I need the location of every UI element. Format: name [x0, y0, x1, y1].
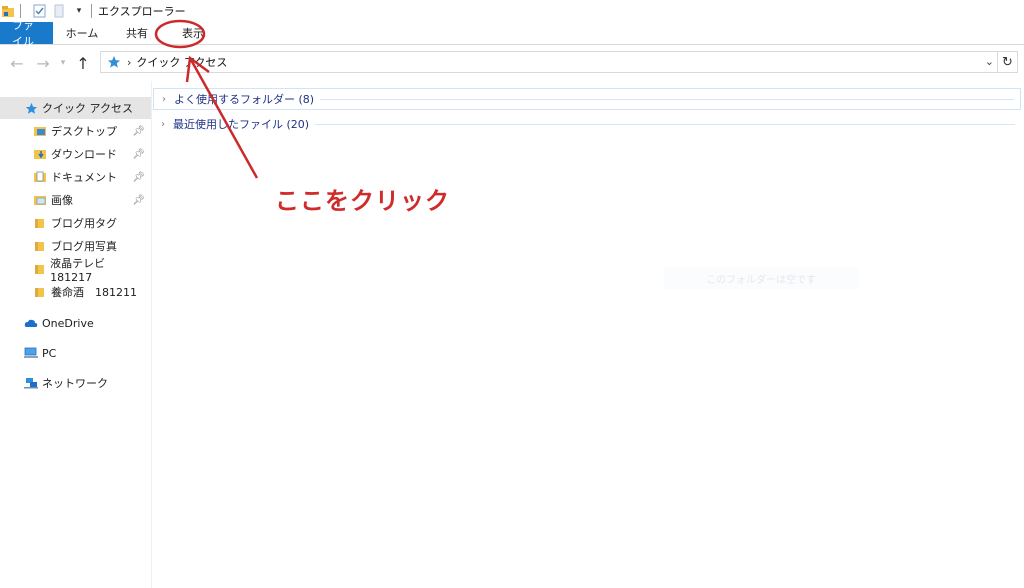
- nav-item-label: ブログ用写真: [51, 240, 117, 253]
- nav-item-label: クイック アクセス: [42, 102, 133, 115]
- nav-item-label: OneDrive: [42, 316, 94, 330]
- nav-item-downloads[interactable]: ダウンロード 📌︎: [0, 143, 151, 165]
- address-bar[interactable]: › クイック アクセス ⌄: [100, 51, 998, 73]
- group-recent-files[interactable]: › 最近使用したファイル (20): [153, 114, 1021, 134]
- nav-item-documents[interactable]: ドキュメント 📌︎: [0, 166, 151, 188]
- breadcrumb-chevron-icon[interactable]: ›: [127, 56, 131, 69]
- folder-icon: [33, 216, 47, 230]
- customize-toolbar-icon[interactable]: ▾: [71, 3, 87, 19]
- recent-locations-button[interactable]: ▾: [56, 51, 70, 75]
- nav-item-label: デスクトップ: [51, 125, 117, 138]
- tab-home[interactable]: ホーム: [53, 22, 111, 44]
- desktop-folder-icon: [33, 124, 47, 138]
- navigation-bar: ← → ▾ ↑ › クイック アクセス ⌄ ↻: [0, 45, 1024, 81]
- cloud-icon: [24, 316, 38, 330]
- navigation-pane: クイック アクセス デスクトップ 📌︎ ダウンロード 📌︎ ドキュメント 📌︎ …: [0, 81, 152, 588]
- address-path[interactable]: クイック アクセス: [136, 54, 227, 70]
- star-icon: [105, 55, 123, 69]
- nav-item-label: 液晶テレビ 181217: [50, 256, 117, 284]
- star-icon: [24, 101, 38, 115]
- pin-icon[interactable]: 📌︎: [132, 149, 145, 160]
- nav-item-desktop[interactable]: デスクトップ 📌︎: [0, 120, 151, 142]
- document-folder-icon: [33, 170, 47, 184]
- title-bar: ▾ エクスプローラー: [0, 0, 1024, 22]
- annotation-label: ここをクリック: [275, 187, 450, 215]
- content-area: › よく使用するフォルダー (8) › 最近使用したファイル (20) このフォ…: [153, 81, 1024, 588]
- expand-chevron-icon[interactable]: ›: [154, 94, 174, 105]
- expand-chevron-icon[interactable]: ›: [153, 119, 173, 130]
- group-label: よく使用するフォルダー (8): [174, 93, 315, 106]
- group-label: 最近使用したファイル (20): [173, 118, 310, 131]
- network-icon: [24, 376, 38, 390]
- nav-item-folder[interactable]: 液晶テレビ 181217: [0, 257, 151, 284]
- address-dropdown-icon[interactable]: ⌄: [985, 55, 994, 68]
- folder-icon: [33, 285, 47, 299]
- empty-folder-note: このフォルダーは空です: [664, 267, 858, 289]
- nav-item-folder[interactable]: ブログ用タグ: [0, 212, 151, 234]
- nav-item-label: 養命酒 181211: [51, 286, 137, 299]
- folder-icon: [33, 239, 47, 253]
- download-folder-icon: [33, 147, 47, 161]
- window-title: エクスプローラー: [98, 5, 186, 18]
- ribbon-tabs: ファイル ホーム 共有 表示: [0, 19, 1024, 48]
- title-separator: [20, 4, 21, 18]
- nav-item-label: PC: [42, 346, 57, 360]
- nav-item-label: ブログ用タグ: [51, 217, 117, 230]
- nav-item-onedrive[interactable]: OneDrive: [0, 312, 151, 334]
- back-button[interactable]: ←: [4, 51, 30, 75]
- nav-item-folder[interactable]: 養命酒 181211: [0, 281, 151, 303]
- refresh-button[interactable]: ↻: [998, 51, 1018, 73]
- computer-icon: [24, 346, 38, 360]
- tab-view[interactable]: 表示: [163, 22, 223, 44]
- pin-icon[interactable]: 📌︎: [132, 195, 145, 206]
- nav-item-pictures[interactable]: 画像 📌︎: [0, 189, 151, 211]
- group-divider: [320, 98, 1014, 100]
- new-folder-icon[interactable]: [51, 3, 67, 19]
- pictures-folder-icon: [33, 193, 47, 207]
- nav-item-quick-access[interactable]: クイック アクセス: [0, 97, 151, 119]
- nav-item-label: ダウンロード: [51, 148, 117, 161]
- nav-item-pc[interactable]: PC: [0, 342, 151, 364]
- pin-icon[interactable]: 📌︎: [132, 126, 145, 137]
- title-separator: [91, 4, 92, 18]
- group-frequent-folders[interactable]: › よく使用するフォルダー (8): [153, 88, 1021, 110]
- tab-file[interactable]: ファイル: [0, 19, 53, 48]
- folder-icon: [33, 262, 46, 276]
- tab-share[interactable]: 共有: [111, 22, 163, 44]
- nav-item-label: ネットワーク: [42, 377, 108, 390]
- nav-item-network[interactable]: ネットワーク: [0, 372, 151, 394]
- group-divider: [315, 123, 1015, 125]
- nav-item-label: ドキュメント: [51, 171, 117, 184]
- up-button[interactable]: ↑: [70, 51, 96, 75]
- pin-icon[interactable]: 📌︎: [132, 172, 145, 183]
- forward-button[interactable]: →: [30, 51, 56, 75]
- nav-item-label: 画像: [51, 194, 73, 207]
